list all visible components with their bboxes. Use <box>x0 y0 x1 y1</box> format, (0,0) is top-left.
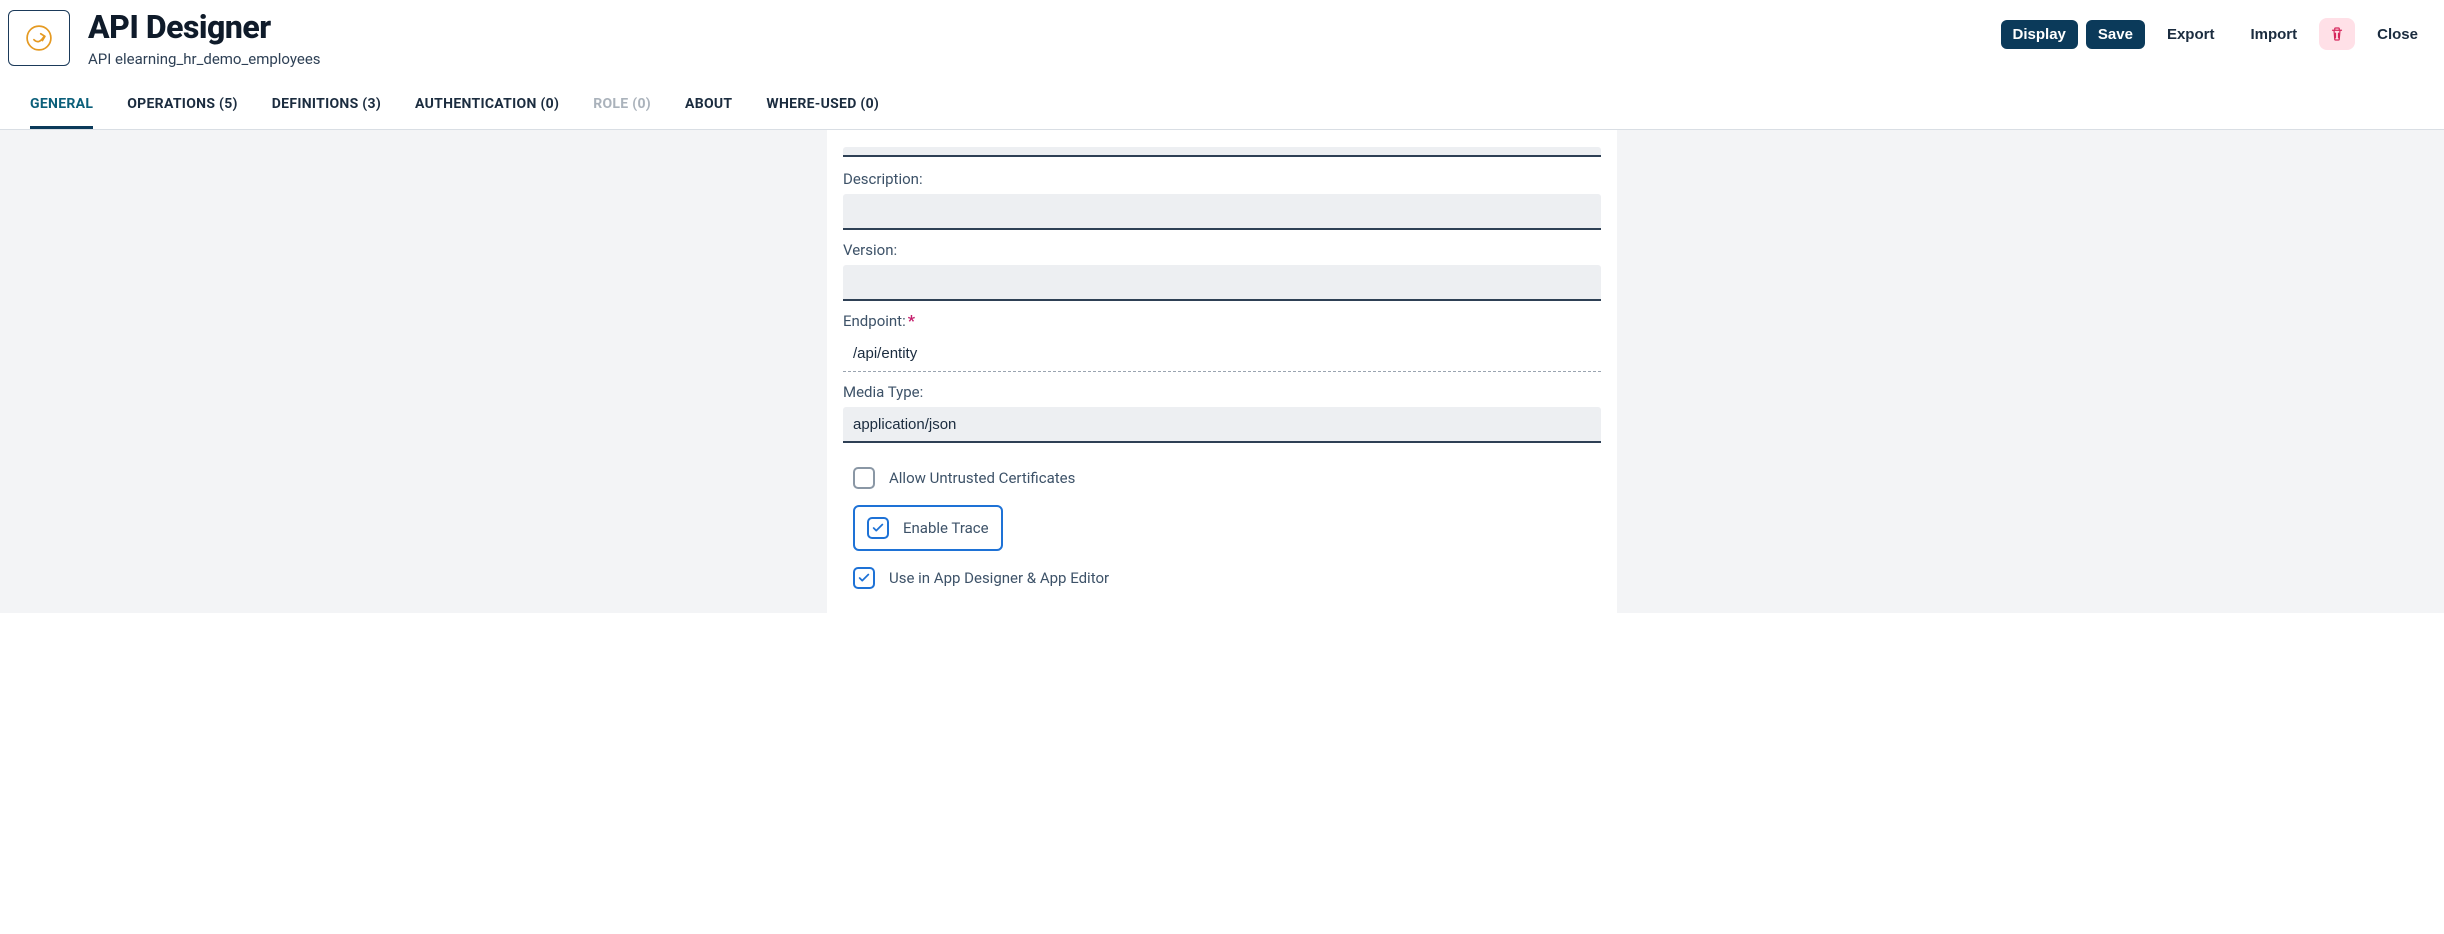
tab-operations[interactable]: OPERATIONS (5) <box>127 82 238 129</box>
field-description: Description: <box>843 169 1601 230</box>
tab-about[interactable]: ABOUT <box>685 82 732 129</box>
field-version: Version: <box>843 240 1601 301</box>
display-button[interactable]: Display <box>2001 20 2078 49</box>
label-allow-untrusted: Allow Untrusted Certificates <box>889 469 1075 487</box>
checkbox-row-use-in-designer[interactable]: Use in App Designer & App Editor <box>853 567 1601 589</box>
input-above-cutoff[interactable] <box>843 147 1601 157</box>
app-logo <box>8 10 70 66</box>
delete-button[interactable] <box>2319 18 2355 50</box>
check-icon <box>871 521 885 535</box>
check-icon <box>857 571 871 585</box>
checkboxes-group: Allow Untrusted Certificates Enable Trac… <box>843 467 1601 589</box>
label-use-in-designer: Use in App Designer & App Editor <box>889 569 1109 587</box>
label-version: Version: <box>843 241 897 259</box>
checkbox-use-in-designer[interactable] <box>853 567 875 589</box>
label-description: Description: <box>843 170 923 188</box>
tab-authentication[interactable]: AUTHENTICATION (0) <box>415 82 559 129</box>
checkbox-allow-untrusted[interactable] <box>853 467 875 489</box>
label-media-type: Media Type: <box>843 383 923 401</box>
checkbox-row-allow-untrusted[interactable]: Allow Untrusted Certificates <box>853 467 1601 489</box>
tab-definitions[interactable]: DEFINITIONS (3) <box>272 82 381 129</box>
input-endpoint[interactable] <box>843 336 1601 372</box>
label-enable-trace: Enable Trace <box>903 519 989 537</box>
content-area: Description: Version: Endpoint:* Media T… <box>0 130 2444 613</box>
form-panel: Description: Version: Endpoint:* Media T… <box>827 130 1617 613</box>
title-block: API Designer API elearning_hr_demo_emplo… <box>88 8 321 68</box>
field-media-type: Media Type: <box>843 382 1601 443</box>
required-star: * <box>908 311 915 330</box>
export-button[interactable]: Export <box>2153 20 2229 49</box>
tabs-bar: GENERAL OPERATIONS (5) DEFINITIONS (3) A… <box>0 82 2444 130</box>
tab-general[interactable]: GENERAL <box>30 82 93 129</box>
header-actions: Display Save Export Import Close <box>2001 8 2432 50</box>
checkbox-row-enable-trace[interactable]: Enable Trace <box>853 505 1003 551</box>
close-button[interactable]: Close <box>2363 20 2432 49</box>
page-title: API Designer <box>88 8 321 46</box>
tab-where-used[interactable]: WHERE-USED (0) <box>766 82 879 129</box>
checkbox-enable-trace[interactable] <box>867 517 889 539</box>
import-button[interactable]: Import <box>2236 20 2311 49</box>
field-endpoint: Endpoint:* <box>843 311 1601 372</box>
field-above-cutoff <box>843 140 1601 159</box>
trash-icon <box>2328 25 2346 43</box>
save-button[interactable]: Save <box>2086 20 2145 49</box>
tab-role: ROLE (0) <box>593 82 651 129</box>
logo-icon <box>22 21 56 55</box>
input-description[interactable] <box>843 194 1601 230</box>
header-left: API Designer API elearning_hr_demo_emplo… <box>8 8 321 68</box>
label-endpoint: Endpoint: <box>843 312 906 330</box>
input-media-type[interactable] <box>843 407 1601 443</box>
page-subtitle: API elearning_hr_demo_employees <box>88 50 321 68</box>
header: API Designer API elearning_hr_demo_emplo… <box>0 0 2444 68</box>
input-version[interactable] <box>843 265 1601 301</box>
